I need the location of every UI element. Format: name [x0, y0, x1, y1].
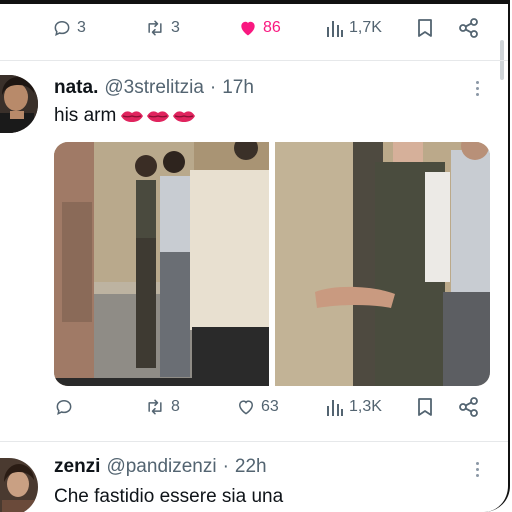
views-button[interactable]: 1,7K: [326, 18, 382, 38]
share-button[interactable]: [458, 18, 480, 38]
views-icon: [327, 21, 343, 37]
avatar-photo: [0, 75, 38, 133]
tweet-text-row: Che fastidio essere sia una: [54, 486, 283, 508]
retweet-count: 8: [171, 398, 180, 415]
tweet-actions: 8 63 1,3K: [0, 397, 508, 427]
separator: ·: [222, 456, 229, 477]
more-button[interactable]: [476, 81, 479, 96]
tweet-header: zenzi @pandizenzi · 22h: [54, 456, 267, 478]
tweet-text: his arm: [54, 105, 117, 126]
display-name[interactable]: nata.: [54, 77, 98, 99]
more-button[interactable]: [476, 462, 479, 477]
avatar[interactable]: [0, 75, 38, 133]
user-handle[interactable]: @3strelitzia: [104, 77, 204, 99]
retweet-button[interactable]: 3: [144, 18, 180, 38]
reply-icon: [56, 399, 72, 416]
reply-button[interactable]: [54, 397, 79, 417]
views-icon: [327, 400, 343, 416]
lips-icon: [147, 111, 170, 122]
photo-left-image: [54, 142, 269, 386]
avatar-photo: [0, 458, 38, 512]
more-icon: [476, 81, 479, 96]
tweet-text: Che fastidio essere sia una: [54, 486, 284, 507]
retweet-button[interactable]: 8: [144, 397, 180, 417]
reply-button[interactable]: 3: [52, 18, 86, 38]
timeline: 3 3 86 1,7K nata. @3strelitzia · 17h his…: [0, 0, 510, 512]
bookmark-button[interactable]: [416, 18, 434, 38]
share-icon: [459, 397, 478, 417]
top-border: [0, 0, 508, 4]
like-button[interactable]: 63: [236, 397, 279, 417]
retweet-icon: [148, 20, 162, 36]
reply-count: 3: [77, 19, 86, 36]
timestamp[interactable]: 22h: [235, 456, 267, 478]
display-name[interactable]: zenzi: [54, 456, 100, 478]
like-button[interactable]: 86: [238, 18, 281, 38]
views-count: 1,3K: [349, 398, 382, 415]
lips-icon: [121, 111, 144, 122]
like-count: 63: [261, 398, 279, 415]
reply-icon: [54, 20, 70, 37]
share-button[interactable]: [458, 397, 480, 417]
heart-icon: [238, 400, 254, 415]
views-count: 1,7K: [349, 19, 382, 36]
tweet-header: nata. @3strelitzia · 17h: [54, 77, 254, 99]
tweet-photo-left[interactable]: [54, 142, 269, 386]
retweet-count: 3: [171, 19, 180, 36]
like-count: 86: [263, 19, 281, 36]
previous-tweet-actions: 3 3 86 1,7K: [0, 18, 508, 48]
views-button[interactable]: 1,3K: [326, 397, 382, 417]
tweet-zenzi[interactable]: zenzi @pandizenzi · 22h Che fastidio ess…: [0, 442, 508, 512]
tweet-nata[interactable]: nata. @3strelitzia · 17h his arm 8 63 1,…: [0, 61, 508, 441]
timestamp[interactable]: 17h: [222, 77, 254, 99]
more-icon: [476, 462, 479, 477]
photo-right-image: [275, 142, 490, 386]
user-handle[interactable]: @pandizenzi: [106, 456, 216, 478]
tweet-text-row: his arm: [54, 105, 196, 127]
separator: ·: [209, 77, 217, 98]
bookmark-icon: [418, 19, 432, 37]
tweet-photo-right[interactable]: [275, 142, 490, 386]
lips-icon: [173, 111, 196, 122]
heart-icon: [241, 21, 255, 36]
share-icon: [459, 18, 478, 38]
retweet-icon: [148, 399, 162, 415]
lips-emojis: [120, 109, 196, 123]
bookmark-button[interactable]: [416, 397, 434, 417]
bookmark-icon: [418, 398, 432, 416]
avatar[interactable]: [0, 458, 38, 512]
